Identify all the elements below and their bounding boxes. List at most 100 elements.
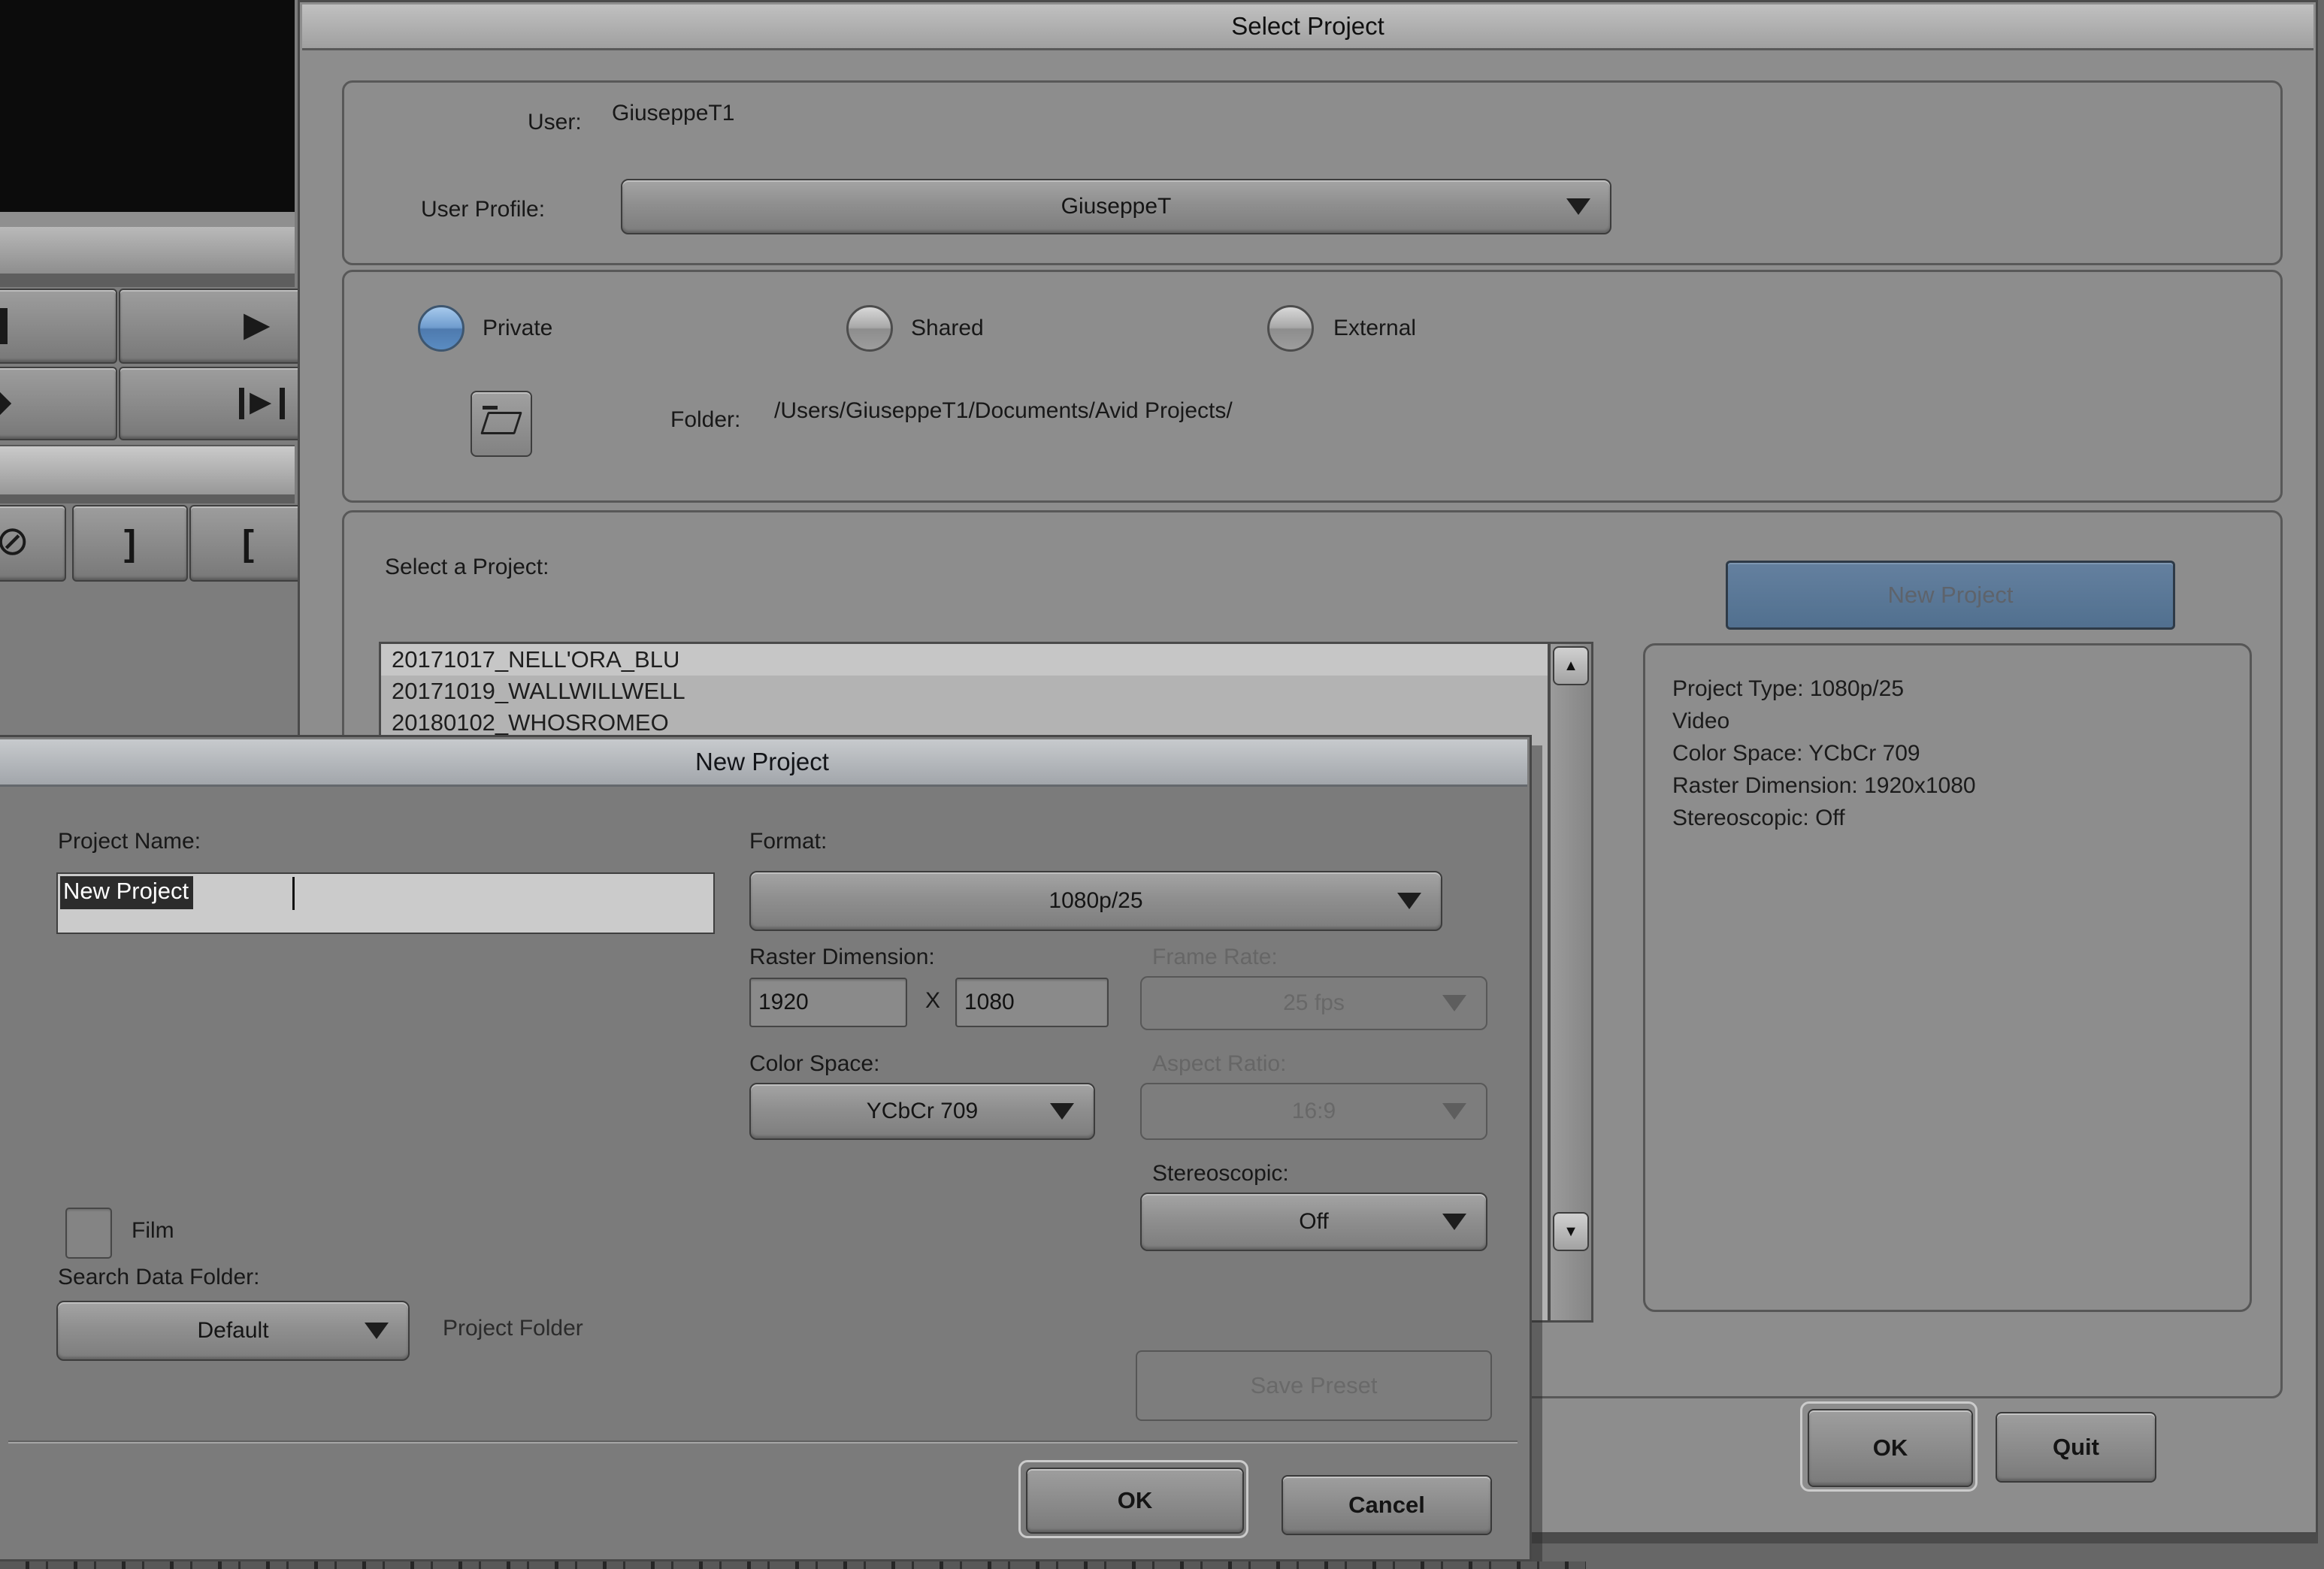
play-button[interactable]: ▶ <box>119 289 307 364</box>
color-space-value: YCbCr 709 <box>867 1099 978 1124</box>
aspect-ratio-dropdown: 16:9 <box>1140 1083 1487 1140</box>
divider <box>8 1441 1518 1444</box>
format-value: 1080p/25 <box>1049 888 1142 914</box>
project-name-label: Project Name: <box>58 829 201 854</box>
new-project-titlebar[interactable]: New Project <box>0 739 1527 787</box>
raster-height-field[interactable]: 1080 <box>955 978 1109 1027</box>
play-icon-small: ▶ <box>250 385 271 419</box>
frame-rate-value: 25 fps <box>1283 990 1345 1016</box>
scroll-down-button[interactable]: ▼ <box>1553 1212 1589 1251</box>
frame-rate-dropdown: 25 fps <box>1140 976 1487 1030</box>
transport-button-reverse[interactable]: ◆ <box>0 367 117 440</box>
right-bar-icon <box>280 388 285 419</box>
clipped-text-strip <box>0 1561 1586 1569</box>
project-info-panel: Project Type: 1080p/25 Video Color Space… <box>1643 643 2252 1312</box>
save-preset-button: Save Preset <box>1136 1350 1492 1421</box>
stereoscopic-label: Stereoscopic: <box>1152 1161 1289 1187</box>
chevron-down-icon <box>1050 1103 1074 1120</box>
video-monitor <box>0 0 295 212</box>
toolbar-spacer <box>0 445 295 496</box>
clear-marks-button[interactable]: ⊘ <box>0 505 66 582</box>
search-data-folder-dropdown[interactable]: Default <box>56 1301 410 1361</box>
folder-icon <box>483 406 498 410</box>
select-project-title: Select Project <box>1231 12 1384 41</box>
left-bar-icon <box>239 388 244 419</box>
monitor-gradient-band <box>0 227 295 274</box>
film-checkbox[interactable] <box>65 1208 112 1259</box>
format-dropdown[interactable]: 1080p/25 <box>749 871 1442 931</box>
user-section: User: GiuseppeT1 User Profile: GiuseppeT <box>342 80 2283 265</box>
select-a-project-label: Select a Project: <box>385 555 549 580</box>
chevron-down-icon <box>1442 995 1466 1011</box>
clear-marks-icon: ⊘ <box>0 517 29 564</box>
separator <box>0 274 295 287</box>
ok-button-label: OK <box>1873 1434 1908 1462</box>
chevron-down-icon <box>1566 198 1590 215</box>
quit-button[interactable]: Quit <box>1996 1412 2156 1483</box>
background-app-panel: ▶ ◆ ▶ ⊘ ] [ <box>0 0 298 738</box>
new-project-dialog: New Project Project Name: New Project Fo… <box>0 735 1532 1561</box>
color-space-label: Color Space: <box>749 1051 879 1077</box>
mark-out-icon: ] <box>124 523 136 564</box>
diamond-icon: ◆ <box>0 380 11 421</box>
project-info-line: Project Type: 1080p/25 <box>1672 673 2250 705</box>
ok-button[interactable]: OK <box>1808 1409 1973 1487</box>
project-info-line: Color Space: YCbCr 709 <box>1672 737 2250 769</box>
chevron-down-icon <box>1442 1103 1466 1120</box>
list-item[interactable]: 20171019_WALLWILLWELL <box>381 676 1548 707</box>
frame-rate-label: Frame Rate: <box>1152 945 1278 970</box>
radio-external-label: External <box>1333 316 1416 341</box>
np-ok-button[interactable]: OK <box>1026 1468 1244 1534</box>
project-list-scrollbar[interactable]: ▲ ▼ <box>1548 642 1593 1323</box>
radio-private-label: Private <box>483 316 552 341</box>
raster-height-value: 1080 <box>964 990 1015 1015</box>
stereoscopic-value: Off <box>1299 1209 1328 1235</box>
browse-folder-button[interactable] <box>471 391 532 457</box>
folder-label: Folder: <box>670 407 740 433</box>
radio-external[interactable] <box>1267 305 1314 352</box>
raster-x-separator: X <box>925 988 940 1014</box>
play-in-to-out-button[interactable]: ▶ <box>119 367 307 440</box>
project-info-line: Video <box>1672 705 2250 737</box>
user-profile-label: User Profile: <box>421 197 545 222</box>
scroll-up-icon: ▲ <box>1563 658 1578 675</box>
new-project-button[interactable]: New Project <box>1726 561 2175 630</box>
raster-width-value: 1920 <box>758 990 809 1015</box>
search-data-folder-value: Default <box>197 1318 268 1344</box>
radio-private[interactable] <box>418 305 464 352</box>
color-space-dropdown[interactable]: YCbCr 709 <box>749 1083 1095 1140</box>
radio-shared[interactable] <box>846 305 893 352</box>
raster-dimension-label: Raster Dimension: <box>749 945 935 970</box>
project-info-line: Stereoscopic: Off <box>1672 802 2250 834</box>
user-value: GiuseppeT1 <box>612 101 734 126</box>
radio-shared-label: Shared <box>911 316 984 341</box>
np-ok-default-ring: OK <box>1018 1460 1248 1538</box>
film-label: Film <box>132 1218 174 1244</box>
search-data-folder-label: Search Data Folder: <box>58 1265 259 1290</box>
chevron-down-icon <box>1397 893 1421 909</box>
aspect-ratio-label: Aspect Ratio: <box>1152 1051 1286 1077</box>
user-label: User: <box>528 110 582 135</box>
np-cancel-button[interactable]: Cancel <box>1282 1475 1492 1535</box>
quit-button-label: Quit <box>2053 1434 2099 1461</box>
folder-path: /Users/GiuseppeT1/Documents/Avid Project… <box>774 398 1233 424</box>
user-profile-value: GiuseppeT <box>1061 194 1172 219</box>
transport-button-partial[interactable] <box>0 289 117 364</box>
project-name-input[interactable]: New Project <box>56 872 715 934</box>
mark-in-button[interactable]: [ <box>189 505 307 582</box>
mark-out-button[interactable]: ] <box>72 505 188 582</box>
scroll-up-button[interactable]: ▲ <box>1553 646 1589 685</box>
list-item[interactable]: 20180102_WHOSROMEO <box>381 707 1548 739</box>
np-cancel-button-label: Cancel <box>1348 1492 1425 1519</box>
chevron-down-icon <box>365 1323 389 1339</box>
user-profile-dropdown[interactable]: GiuseppeT <box>621 179 1611 234</box>
ok-default-ring: OK <box>1800 1401 1978 1492</box>
new-project-title: New Project <box>695 748 829 776</box>
project-name-value: New Project <box>60 876 193 909</box>
text-caret <box>292 877 295 910</box>
raster-width-field[interactable]: 1920 <box>749 978 907 1027</box>
select-project-titlebar[interactable]: Select Project <box>302 5 2313 50</box>
scroll-down-icon: ▼ <box>1563 1223 1578 1241</box>
stereoscopic-dropdown[interactable]: Off <box>1140 1193 1487 1251</box>
list-item[interactable]: 20171017_NELL'ORA_BLU <box>381 644 1548 676</box>
